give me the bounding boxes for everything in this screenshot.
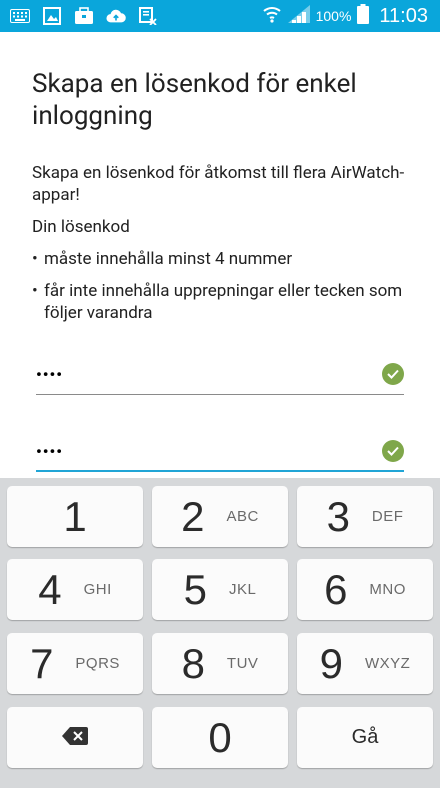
key-2[interactable]: 2 ABC (152, 486, 288, 547)
key-number: 7 (30, 639, 54, 687)
check-icon (382, 440, 404, 462)
page-title: Skapa en lösenkod för enkel inloggning (32, 69, 357, 131)
key-4[interactable]: 4 GHI (7, 559, 143, 620)
intro-text: Skapa en lösenkod för åtkomst till flera… (32, 163, 405, 205)
key-number: 9 (319, 639, 343, 687)
key-8[interactable]: 8 TUV (152, 633, 288, 694)
requirement-text: måste innehålla minst 4 nummer (44, 249, 293, 269)
screen-off-icon (138, 7, 158, 25)
requirement-text: får inte innehålla upprepningar eller te… (44, 281, 403, 323)
passcode-setup-content: Skapa en lösenkod för enkel inloggning S… (32, 32, 412, 324)
clock: 11:03 (379, 4, 428, 27)
go-label: Gå (351, 726, 379, 748)
bullet-glyph: • (32, 281, 38, 301)
field-underline (36, 394, 404, 395)
key-5[interactable]: 5 JKL (152, 559, 288, 620)
key-letters: JKL (229, 581, 257, 598)
key-number: 8 (181, 639, 205, 687)
wifi-icon (262, 4, 282, 28)
key-7[interactable]: 7 PQRS (7, 633, 143, 694)
numeric-keypad: 1 2 ABC 3 DEF 4 GHI 5 JKL 6 MNO 7 PQRS 8… (0, 478, 440, 788)
key-letters: GHI (83, 581, 112, 598)
briefcase-icon (74, 7, 94, 25)
key-1[interactable]: 1 (7, 486, 143, 547)
cloud-upload-icon (106, 7, 126, 25)
keyboard-icon (10, 7, 30, 25)
system-indicators: 100% 11:03 (262, 0, 428, 32)
passcode-value: •••• (36, 365, 63, 384)
key-letters: ABC (226, 508, 259, 525)
key-9[interactable]: 9 WXYZ (297, 633, 433, 694)
key-letters: DEF (371, 508, 404, 525)
battery-icon (357, 4, 370, 28)
key-number: 3 (326, 492, 350, 540)
go-key[interactable]: Gå (297, 707, 433, 768)
key-6[interactable]: 6 MNO (297, 559, 433, 620)
signal-icon (287, 5, 310, 27)
battery-percent: 100% (315, 8, 352, 24)
notification-icons (10, 5, 158, 27)
backspace-key[interactable] (7, 707, 143, 768)
confirm-passcode-field[interactable]: •••• (36, 432, 404, 472)
key-number: 2 (181, 492, 205, 540)
bullet-glyph: • (32, 249, 38, 269)
key-number: 5 (183, 565, 207, 613)
backspace-icon (62, 726, 88, 749)
passcode-field[interactable]: •••• (36, 355, 404, 395)
confirm-passcode-value: •••• (36, 442, 63, 461)
key-number: 4 (38, 565, 62, 613)
key-letters: MNO (369, 581, 406, 598)
image-icon (42, 7, 62, 25)
status-bar: 100% 11:03 (0, 0, 440, 32)
key-0[interactable]: 0 (152, 707, 288, 768)
key-letters: TUV (226, 655, 259, 672)
key-number: 1 (63, 492, 87, 540)
key-3[interactable]: 3 DEF (297, 486, 433, 547)
key-letters: PQRS (75, 655, 120, 672)
key-number: 6 (324, 565, 348, 613)
check-icon (382, 363, 404, 385)
requirement-item: • måste innehålla minst 4 nummer (32, 248, 412, 270)
key-letters: WXYZ (365, 655, 411, 672)
field-underline-active (36, 470, 404, 472)
requirements-caption: Din lösenkod (32, 217, 130, 237)
requirement-item: • får inte innehålla upprepningar eller … (32, 280, 412, 324)
key-number: 0 (208, 713, 232, 761)
